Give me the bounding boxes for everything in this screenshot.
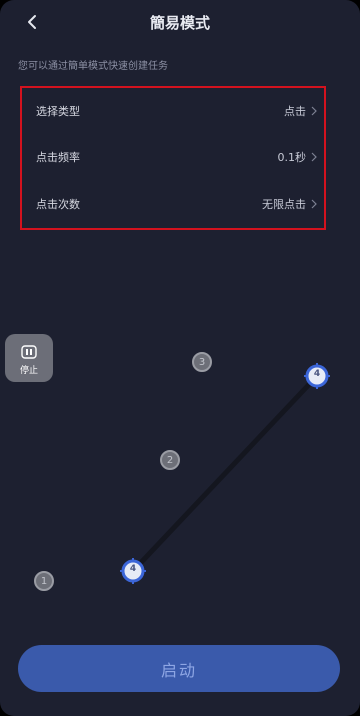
start-button[interactable]: 启动 bbox=[18, 645, 340, 692]
settings-row-frequency[interactable]: 点击频率 0.1秒 bbox=[22, 134, 324, 180]
page-subtitle: 您可以通过簡单模式快速创建任务 bbox=[18, 61, 168, 72]
settings-row-value: 0.1秒 bbox=[277, 151, 307, 164]
swipe-start-target[interactable]: 4 bbox=[120, 558, 146, 584]
swipe-path-line bbox=[130, 373, 320, 574]
settings-row-label: 点击频率 bbox=[36, 151, 80, 164]
settings-row-count[interactable]: 点击次数 无限点击 bbox=[22, 181, 324, 227]
swipe-start-label: 4 bbox=[129, 564, 137, 574]
swipe-end-target[interactable]: 4 bbox=[304, 363, 330, 389]
settings-row-label: 点击次数 bbox=[36, 198, 80, 211]
settings-row-value: 无限点击 bbox=[262, 198, 306, 211]
chevron-right-icon bbox=[311, 152, 317, 162]
settings-row-value-group: 无限点击 bbox=[262, 196, 318, 212]
chevron-right-icon bbox=[311, 106, 317, 116]
settings-row-label: 选择类型 bbox=[36, 105, 80, 118]
settings-row-type[interactable]: 选择类型 点击 bbox=[22, 88, 324, 134]
click-point-1[interactable]: 1 bbox=[34, 571, 54, 591]
settings-row-value: 点击 bbox=[284, 105, 306, 118]
page-title: 簡易模式 bbox=[149, 14, 210, 32]
click-point-2[interactable]: 2 bbox=[160, 450, 180, 470]
screen: 簡易模式 您可以通过簡单模式快速创建任务 选择类型 点击 点击频率 0.1秒 点… bbox=[0, 0, 360, 716]
settings-panel: 选择类型 点击 点击频率 0.1秒 点击次数 无限点击 bbox=[20, 86, 326, 230]
click-point-3[interactable]: 3 bbox=[192, 352, 212, 372]
chevron-right-icon bbox=[311, 199, 317, 209]
click-canvas: 3 2 1 4 4 bbox=[0, 240, 360, 640]
header: 簡易模式 bbox=[0, 0, 360, 44]
settings-row-value-group: 点击 bbox=[284, 103, 318, 119]
swipe-end-label: 4 bbox=[313, 369, 321, 379]
settings-row-value-group: 0.1秒 bbox=[278, 149, 319, 165]
